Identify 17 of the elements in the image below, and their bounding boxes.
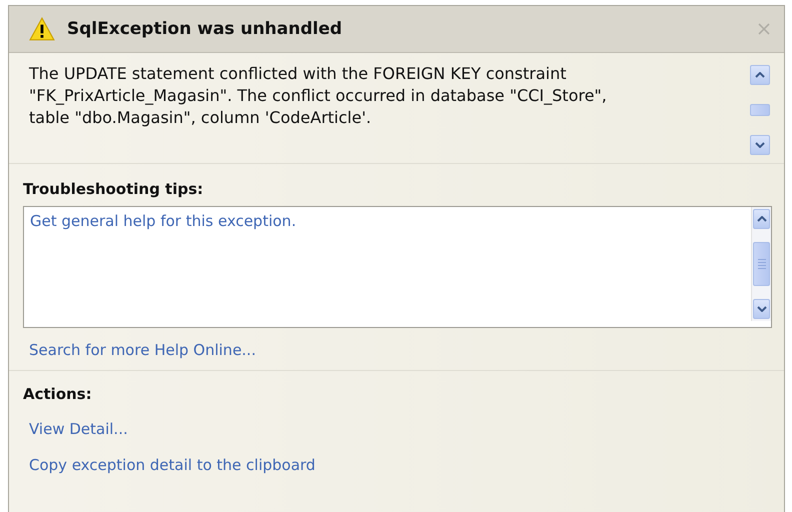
help-link[interactable]: Get general help for this exception.: [30, 211, 296, 231]
scrollbar[interactable]: [750, 65, 770, 155]
dialog-title: SqlException was unhandled: [67, 19, 344, 39]
scroll-down-icon[interactable]: [755, 142, 765, 148]
warning-icon: [29, 17, 55, 41]
scroll-up-icon[interactable]: [756, 216, 766, 222]
scroll-thumb[interactable]: [750, 104, 770, 116]
scroll-thumb[interactable]: [753, 242, 770, 286]
action-link[interactable]: View Detail...: [29, 419, 128, 439]
scroll-up-icon[interactable]: [755, 72, 765, 78]
scrollbar[interactable]: [751, 207, 771, 321]
section-heading: Troubleshooting tips:: [23, 180, 204, 198]
action-link[interactable]: Copy exception detail to the clipboard: [29, 455, 316, 475]
error-message: The UPDATE statement conflicted with the FOREIGN KEY constraint "FK_PrixArticle_Magasin". The conflict occurred in database "CCI_Store", table "dbo.Magasin", column 'CodeArticle'.: [29, 63, 608, 129]
scroll-down-icon[interactable]: [756, 306, 766, 312]
search-online-link[interactable]: Search for more Help Online...: [29, 340, 256, 360]
section-heading: Actions:: [23, 385, 93, 403]
